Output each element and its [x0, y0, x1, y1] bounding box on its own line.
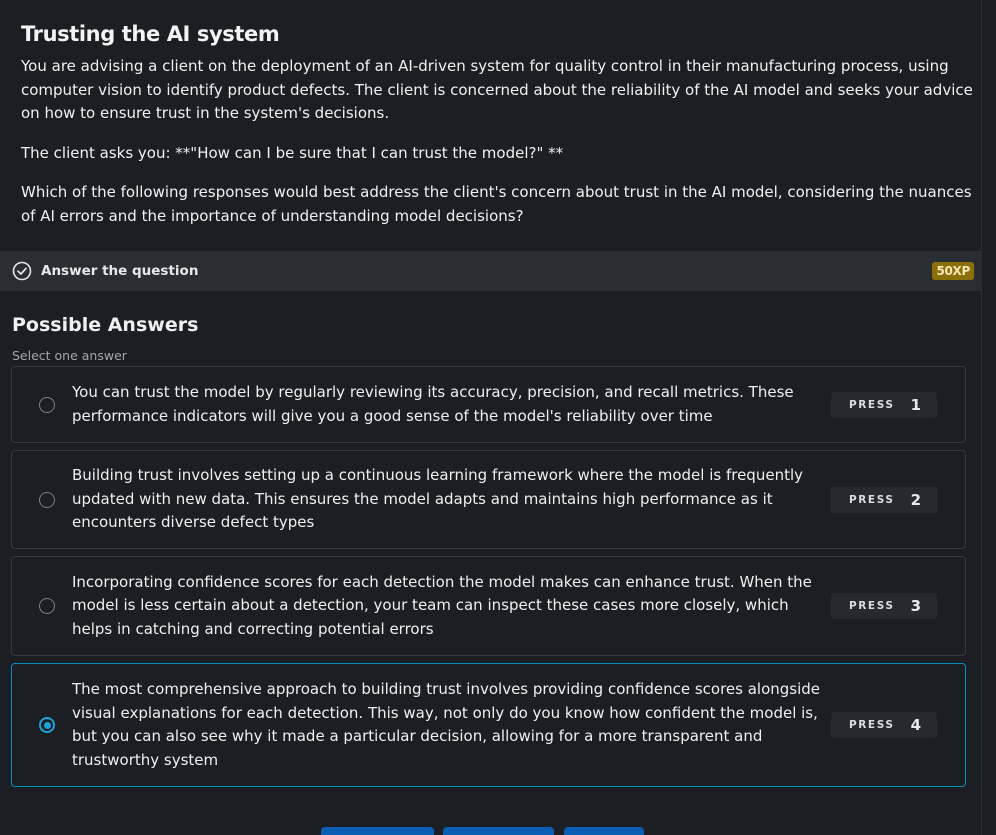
action-button-3[interactable]: [564, 827, 644, 835]
press-label: PRESS: [848, 600, 895, 612]
client-question: The client asks you: **"How can I be sur…: [21, 143, 564, 162]
keyboard-shortcut: PRESS 3: [830, 593, 937, 619]
task-header: Answer the question 50XP: [0, 251, 982, 291]
answer-option-2[interactable]: Building trust involves setting up a con…: [11, 450, 966, 549]
answer-text: You can trust the model by regularly rev…: [72, 383, 794, 425]
answer-option-1[interactable]: You can trust the model by regularly rev…: [11, 366, 966, 443]
shortcut-key: 4: [910, 716, 921, 734]
check-circle-icon: [12, 261, 32, 281]
scrollbar[interactable]: [981, 0, 996, 835]
task-label: Answer the question: [41, 263, 199, 279]
context-paragraph: You are advising a client on the deploym…: [21, 57, 973, 122]
press-label: PRESS: [848, 398, 895, 411]
answers-instruction: Select one answer: [12, 348, 127, 363]
xp-badge: 50XP: [932, 262, 974, 280]
action-button-1[interactable]: [321, 827, 434, 835]
answer-text: The most comprehensive approach to build…: [72, 680, 821, 769]
answer-option-4[interactable]: The most comprehensive approach to build…: [11, 663, 966, 787]
keyboard-shortcut: PRESS 4: [830, 712, 937, 738]
press-label: PRESS: [848, 493, 895, 506]
exercise-page: Trusting the AI system You are advising …: [0, 0, 996, 835]
radio-button[interactable]: [39, 396, 55, 413]
shortcut-key: 1: [910, 395, 921, 414]
shortcut-key: 2: [910, 490, 921, 509]
answer-text: Incorporating confidence scores for each…: [72, 572, 812, 638]
action-buttons: [0, 827, 982, 835]
keyboard-shortcut: PRESS 1: [830, 391, 937, 418]
keyboard-shortcut: PRESS 2: [830, 486, 937, 513]
exercise-title: Trusting the AI system: [21, 22, 280, 46]
answer-text: Building trust involves setting up a con…: [72, 466, 804, 532]
press-label: PRESS: [848, 719, 895, 731]
action-button-2[interactable]: [443, 827, 554, 835]
shortcut-key: 3: [910, 597, 921, 615]
exercise-context: Trusting the AI system You are advising …: [0, 0, 996, 228]
radio-button[interactable]: [39, 491, 55, 508]
radio-button[interactable]: [39, 598, 55, 614]
answers-title: Possible Answers: [12, 314, 199, 336]
question-prompt: Which of the following responses would b…: [21, 183, 972, 225]
radio-button-selected[interactable]: [39, 717, 55, 733]
answer-option-3[interactable]: Incorporating confidence scores for each…: [11, 556, 966, 656]
